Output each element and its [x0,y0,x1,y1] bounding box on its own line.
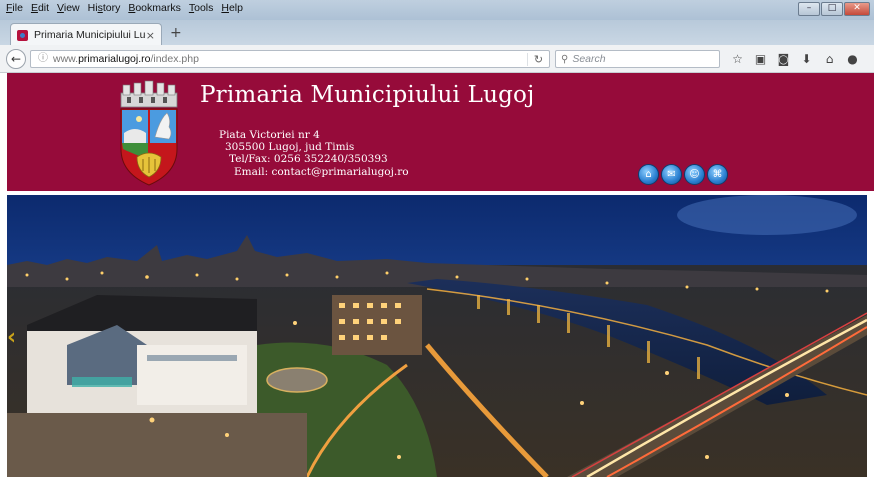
menu-file[interactable]: File [6,2,23,14]
reload-icon[interactable]: ↻ [527,52,549,66]
menu-bookmarks[interactable]: Bookmarks [128,2,181,14]
navigation-toolbar: ← ⓘ www.primarialugoj.ro/index.php ↻ ⚲ S… [0,45,874,73]
site-header: Primaria Municipiului Lugoj Piata Victor… [7,73,874,191]
header-nav-icons: ⌂ ✉ ☺ ⌘ [638,164,728,185]
page-scroll-gutter [867,195,874,477]
maximize-button[interactable]: □ [821,2,843,16]
menu-bar: File Edit View History Bookmarks Tools H… [6,2,243,14]
menu-history[interactable]: History [88,2,121,14]
minimize-button[interactable]: – [798,2,820,16]
menu-edit[interactable]: Edit [31,2,49,14]
search-icon: ⚲ [561,53,569,65]
site-title: Primaria Municipiului Lugoj [200,82,535,108]
window-controls: – □ ✕ [798,2,870,16]
banner-prev-arrow-icon[interactable]: ‹ [7,325,23,351]
mail-icon[interactable]: ✉ [661,164,682,185]
tab-strip: Primaria Municipiului Lugoj × + [0,20,874,46]
menu-view[interactable]: View [57,2,80,14]
search-placeholder: Search [572,53,606,65]
user-icon[interactable]: ☺ [684,164,705,185]
menu-tools[interactable]: Tools [189,2,214,14]
star-icon[interactable]: ☆ [726,51,749,67]
pocket-icon[interactable]: ◙ [772,51,795,67]
chat-icon[interactable]: ● [841,51,864,67]
download-icon[interactable]: ⬇ [795,51,818,67]
menu-help[interactable]: Help [221,2,243,14]
url-domain: primarialugoj.ro [78,53,151,65]
tab-primaria[interactable]: Primaria Municipiului Lugoj × [10,23,162,46]
search-bar[interactable]: ⚲ Search [555,50,720,68]
url-path: /index.php [150,53,199,65]
close-window-button[interactable]: ✕ [844,2,870,16]
panorama-image [7,195,867,477]
address-email[interactable]: Email: contact@primarialugoj.ro [234,166,409,178]
url-prefix: www. [53,53,79,65]
sitemap-icon[interactable]: ⌘ [707,164,728,185]
crest-favicon-icon [17,29,28,41]
url-text[interactable]: www.primarialugoj.ro/index.php [53,53,527,65]
back-arrow-icon: ← [10,52,22,66]
toolbar-icons: ☆ ▣ ◙ ⬇ ⌂ ● [726,51,864,67]
home-icon[interactable]: ⌂ [818,51,841,67]
city-panorama-banner: ‹ [7,195,867,477]
address-street: Piata Victoriei nr 4 [219,129,320,141]
tab-close-icon[interactable]: × [146,29,155,42]
url-bar[interactable]: ⓘ www.primarialugoj.ro/index.php ↻ [30,50,550,68]
new-tab-button[interactable]: + [170,25,182,41]
back-button[interactable]: ← [6,49,26,69]
tab-title: Primaria Municipiului Lugoj [34,29,146,41]
home-icon[interactable]: ⌂ [638,164,659,185]
site-info-icon[interactable]: ⓘ [37,53,49,65]
address-city: 305500 Lugoj, jud Timis [225,141,355,153]
city-crest-logo [120,80,178,186]
address-phone: Tel/Fax: 0256 352240/350393 [229,153,388,165]
clipboard-icon[interactable]: ▣ [749,51,772,67]
